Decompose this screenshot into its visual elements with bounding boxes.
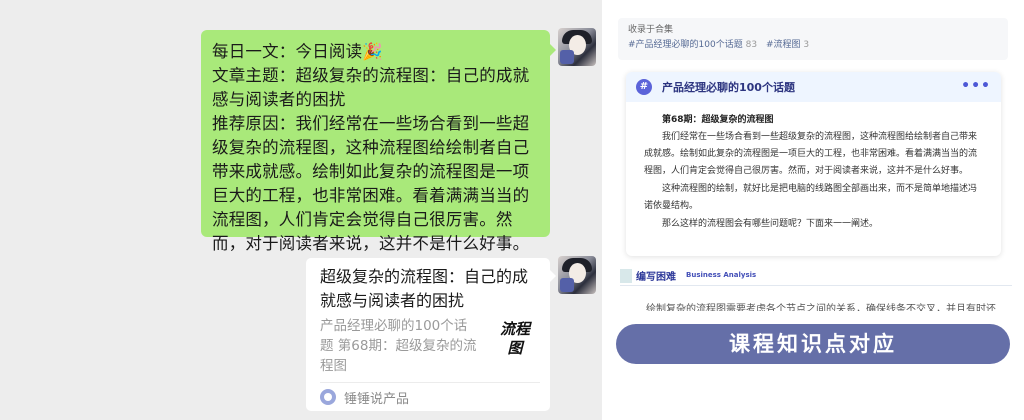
thumbnail-text-line-2: 图 [507, 339, 523, 357]
topic-name: 产品经理必聊的100个话题 [662, 81, 795, 94]
hashtag-icon: # [636, 79, 652, 95]
cut-off-paragraph: 绘制复杂的流程图需要考虑各个节点之间的关系，确保线条不交叉，并且有时还需要跨页 [646, 304, 996, 311]
article-panel: 收录于合集 #产品经理必聊的100个话题 83 #流程图 3 # 产品经理必聊的… [602, 0, 1024, 420]
chat-message-bubble[interactable]: 每日一文：今日阅读🎉 文章主题：超级复杂的流程图：自己的成就感与阅读者的困扰 推… [201, 30, 556, 253]
message-line-2: 文章主题：超级复杂的流程图：自己的成就感与阅读者的困扰 [212, 66, 530, 109]
collection-tag-count: 83 [745, 40, 758, 50]
avatar[interactable] [558, 256, 596, 294]
section-subtitle: Business Analysis [686, 271, 757, 279]
card-thumbnail: 流程 图 [492, 320, 538, 364]
collection-tag[interactable]: #流程图 [766, 40, 801, 50]
topic-paragraph: 这种流程图的绘制，就好比是把电脑的线路图全部画出来，而不是简单地描述冯诺依曼结构… [644, 184, 978, 211]
section-marker [620, 269, 632, 283]
collection-box: 收录于合集 #产品经理必聊的100个话题 83 #流程图 3 [618, 18, 1008, 60]
section-title: 编写困难 [636, 272, 676, 283]
more-icon[interactable]: ••• [961, 78, 991, 94]
card-divider [320, 382, 540, 383]
card-description: 产品经理必聊的100个话题 第68期：超级复杂的流程图 [320, 318, 477, 374]
card-source: 锤锤说产品 [320, 387, 409, 407]
section-heading: 编写困难 Business Analysis [620, 266, 1012, 286]
shared-article-card[interactable]: 超级复杂的流程图：自己的成就感与阅读者的困扰 产品经理必聊的100个话题 第68… [306, 258, 556, 411]
collection-tag[interactable]: #产品经理必聊的100个话题 [628, 40, 743, 50]
topic-card: # 产品经理必聊的100个话题 ••• 第68期：超级复杂的流程图 我们经常在一… [626, 72, 1001, 256]
collection-tags: #产品经理必聊的100个话题 83 #流程图 3 [628, 37, 998, 53]
thumbnail-text-line-1: 流程 [499, 320, 530, 338]
topic-body: 第68期：超级复杂的流程图 我们经常在一些场合看到一些超级复杂的流程图，这种流程… [626, 102, 1001, 233]
avatar[interactable] [558, 28, 596, 66]
official-account-icon [320, 389, 336, 405]
topic-header: # 产品经理必聊的100个话题 ••• [626, 72, 1001, 102]
course-knowledge-banner: 课程知识点对应 [616, 324, 1010, 364]
message-line-3: 推荐原因：我们经常在一些场合看到一些超级复杂的流程图，这种流程图给绘制者自己带来… [212, 114, 530, 253]
chat-panel: 每日一文：今日阅读🎉 文章主题：超级复杂的流程图：自己的成就感与阅读者的困扰 推… [0, 0, 602, 420]
topic-issue-heading: 第68期：超级复杂的流程图 [662, 115, 774, 125]
collection-tag-count: 3 [803, 40, 810, 50]
topic-paragraph: 我们经常在一些场合看到一些超级复杂的流程图，这种流程图给绘制者自己带来成就感。绘… [644, 132, 978, 176]
card-source-name: 锤锤说产品 [344, 391, 410, 407]
avatar-hand [560, 278, 574, 292]
avatar-hand [560, 50, 574, 64]
message-line-1: 每日一文：今日阅读🎉 [212, 42, 384, 61]
collection-label: 收录于合集 [628, 25, 674, 35]
topic-paragraph: 那么这样的流程图会有哪些问题呢？下面来一一阐述。 [662, 219, 879, 229]
card-title: 超级复杂的流程图：自己的成就感与阅读者的困扰 [320, 267, 529, 310]
